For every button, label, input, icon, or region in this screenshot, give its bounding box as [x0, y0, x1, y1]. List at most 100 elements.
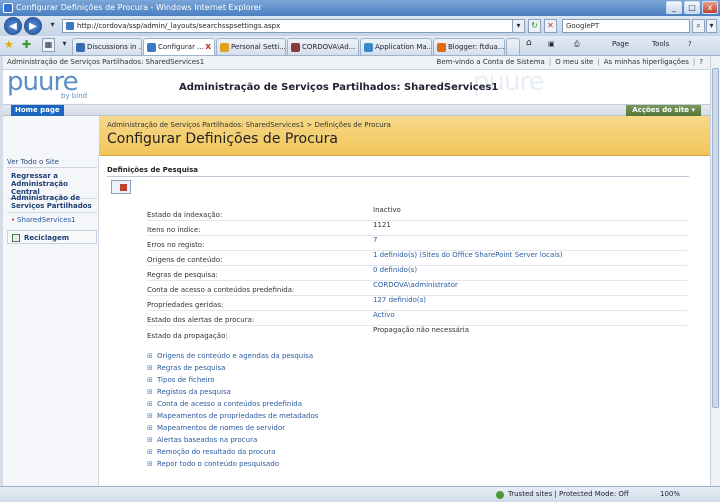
page-menu[interactable]: Page — [612, 40, 629, 48]
help-icon[interactable]: ? — [688, 40, 692, 48]
alerts-status-link[interactable]: Activo — [373, 311, 395, 319]
separator: | — [548, 58, 552, 66]
web-page: Administração de Serviços Partilhados: S… — [3, 56, 717, 486]
top-nav: Home page Acções do site ▾ — [3, 104, 717, 116]
quick-launch-top — [3, 116, 99, 156]
page-title: Configurar Definições de Procura — [107, 131, 338, 147]
errors-link[interactable]: 7 — [373, 236, 377, 244]
logo: puure — [7, 67, 79, 97]
managed-properties-link[interactable]: 127 definido(s) — [373, 296, 426, 304]
status-bar: Trusted sites | Protected Mode: Off 100% — [0, 486, 720, 502]
tab-configurar[interactable]: Configurar ... x — [143, 38, 215, 55]
minimize-button[interactable]: _ — [666, 1, 682, 14]
link-default-account[interactable]: ⊞ Conta de acesso a conteúdos predefinida — [147, 400, 302, 408]
view-all-link[interactable]: Ver Todo o Site — [7, 156, 97, 168]
forward-button[interactable]: ▶ — [24, 17, 42, 35]
back-button[interactable]: ◀ — [4, 17, 22, 35]
print-icon[interactable]: ⎙ — [574, 40, 580, 49]
site-link[interactable]: Administração de Serviços Partilhados: S… — [7, 58, 204, 66]
link-search-alerts[interactable]: ⊞ Alertas baseados na procura — [147, 436, 257, 444]
address-dropdown-icon[interactable]: ▾ — [512, 19, 525, 33]
breadcrumb[interactable]: Administração de Serviços Partilhados: S… — [107, 121, 391, 129]
tab-application-management[interactable]: Application Ma... — [360, 38, 432, 55]
quick-tabs-icon[interactable]: ▦ — [42, 38, 55, 52]
link-metadata-mappings[interactable]: ⊞ Mapeamentos de propriedades de metadado… — [147, 412, 318, 420]
security-zone[interactable]: Trusted sites | Protected Mode: Off — [496, 487, 629, 502]
site-actions-button[interactable]: Acções do site ▾ — [626, 105, 701, 116]
section-divider — [107, 176, 689, 177]
shared-services-admin-link[interactable]: Administração de Serviços Partilhados — [7, 192, 97, 213]
recycle-bin-icon — [12, 234, 20, 242]
scrollbar-thumb[interactable] — [712, 68, 719, 408]
home-icon[interactable]: ⌂ — [526, 38, 532, 48]
my-site-link[interactable]: O meu site — [555, 56, 593, 69]
content-sources-link[interactable]: 1 definido(s) (Sites do Office SharePoin… — [373, 251, 563, 259]
ssp-link[interactable]: • SharedServices1 — [7, 214, 97, 226]
help-icon[interactable]: ? — [699, 56, 703, 69]
tab-favicon — [437, 43, 446, 52]
setting-row: Regras de pesquisa: 0 definido(s) — [147, 266, 687, 281]
tab-list-dropdown-icon[interactable]: ▾ — [58, 38, 71, 52]
link-reset-crawled-content[interactable]: ⊞ Repor todo o conteúdo pesquisado — [147, 460, 279, 468]
site-title: Administração de Serviços Partilhados: S… — [179, 82, 499, 93]
link-file-types[interactable]: ⊞ Tipos de ficheiro — [147, 376, 215, 384]
setting-row: Itens no índice: 1121 — [147, 221, 687, 236]
window-title: Configurar Definições de Procura - Windo… — [16, 3, 262, 12]
address-url: http://cordova/ssp/admin/_layouts/search… — [77, 22, 281, 30]
tab-blogger[interactable]: Blogger: ftdua... — [433, 38, 505, 55]
tab-favicon — [147, 43, 156, 52]
my-links-link[interactable]: As minhas hiperligações — [604, 56, 689, 69]
search-icon[interactable]: ⌕ — [692, 19, 705, 33]
trusted-sites-icon — [496, 491, 504, 499]
recycle-bin-link[interactable]: Reciclagem — [7, 230, 97, 244]
window-titlebar: Configurar Definições de Procura - Windo… — [0, 0, 720, 16]
setting-row: Estado dos alertas de procura: Activo — [147, 311, 687, 326]
search-dropdown-icon[interactable]: ▾ — [706, 19, 717, 33]
favorites-star-icon[interactable]: ★ — [4, 38, 14, 51]
default-account-link[interactable]: CORDOVA\administrator — [373, 281, 458, 289]
setting-row: Origens de conteúdo: 1 definido(s) (Site… — [147, 251, 687, 266]
tabs-bar: ★ ✚ ▦ ▾ Discussions in ... Configurar ..… — [0, 36, 720, 56]
link-crawl-rules[interactable]: ⊞ Regras de pesquisa — [147, 364, 225, 372]
refresh-icon[interactable]: ↻ — [528, 19, 541, 33]
new-tab-button[interactable] — [506, 38, 520, 55]
page-icon — [66, 22, 74, 30]
setting-row: Conta de acesso a conteúdos predefinida:… — [147, 281, 687, 296]
tab-discussions[interactable]: Discussions in ... — [72, 38, 142, 55]
ie-icon — [3, 3, 13, 13]
tab-close-icon[interactable]: x — [205, 39, 211, 55]
bullet: • — [11, 216, 16, 224]
page-title-area: Administração de Serviços Partilhados: S… — [99, 116, 717, 156]
link-result-removal[interactable]: ⊞ Remoção do resultado da procura — [147, 448, 275, 456]
window-buttons: _ □ x — [666, 1, 718, 14]
crawl-rules-link[interactable]: 0 definido(s) — [373, 266, 417, 274]
history-dropdown-icon[interactable]: ▾ — [46, 19, 59, 33]
stop-icon[interactable]: ✕ — [544, 19, 557, 33]
tools-menu[interactable]: Tools — [652, 40, 669, 48]
tab-favicon — [76, 43, 85, 52]
setting-row: Propriedades geridas: 127 definido(s) — [147, 296, 687, 311]
add-favorite-icon[interactable]: ✚ — [22, 38, 31, 51]
maximize-button[interactable]: □ — [684, 1, 700, 14]
sharepoint-top-bar: Administração de Serviços Partilhados: S… — [3, 56, 717, 70]
close-button[interactable]: x — [702, 1, 718, 14]
link-server-name-mappings[interactable]: ⊞ Mapeamentos de nomes de servidor — [147, 424, 285, 432]
link-crawl-logs[interactable]: ⊞ Registos da pesquisa — [147, 388, 231, 396]
link-content-sources[interactable]: ⊞ Origens de conteúdo e agendas da pesqui… — [147, 352, 313, 360]
setting-row: Erros no registo: 7 — [147, 236, 687, 251]
setting-row: Estado da propagação: Propagação não nec… — [147, 326, 470, 340]
separator: | — [597, 58, 600, 66]
quick-launch: Ver Todo o Site Regressar a Administraçã… — [3, 116, 99, 486]
address-input[interactable]: http://cordova/ssp/admin/_layouts/search… — [62, 19, 522, 33]
separator: | — [692, 58, 696, 66]
tab-favicon — [291, 43, 300, 52]
tab-personal-settings[interactable]: Personal Setti... — [216, 38, 286, 55]
home-tab[interactable]: Home page — [11, 105, 64, 116]
tab-cordova-admin[interactable]: CORDOVA\Ad... — [287, 38, 359, 55]
feeds-icon[interactable]: ▣ — [548, 40, 555, 48]
tab-favicon — [220, 43, 229, 52]
zoom-level[interactable]: 100% — [660, 487, 680, 502]
setting-row: Estado da indexação: Inactivo — [147, 206, 687, 221]
vertical-scrollbar[interactable] — [710, 56, 720, 486]
search-input[interactable]: GooglePT — [562, 19, 690, 33]
